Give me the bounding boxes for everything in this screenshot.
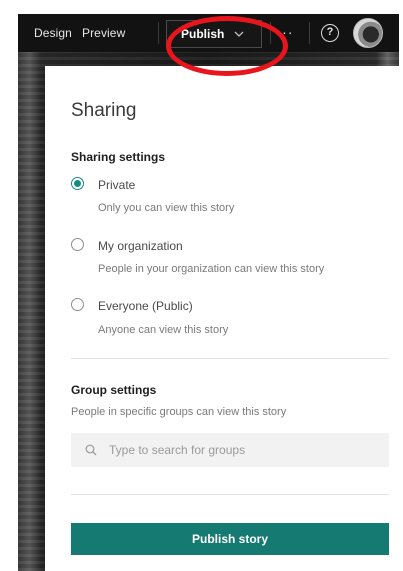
radio-everyone-public[interactable] <box>71 298 84 311</box>
option-label-private[interactable]: Private <box>98 178 135 192</box>
help-icon[interactable]: ? <box>321 24 339 42</box>
option-description-everyone-public: Anyone can view this story <box>98 324 229 336</box>
sharing-panel: Sharing Sharing settings Private Only yo… <box>45 66 399 571</box>
option-description-private: Only you can view this story <box>98 202 235 214</box>
group-search-input[interactable] <box>109 443 369 457</box>
panel-title: Sharing <box>71 100 137 121</box>
app-frame: Design Preview Publish ··· ? Sharing Sha… <box>18 14 399 571</box>
tab-design[interactable]: Design <box>34 26 72 40</box>
group-settings-heading: Group settings <box>71 383 157 397</box>
publish-story-button[interactable]: Publish story <box>71 523 389 555</box>
group-settings-description: People in specific groups can view this … <box>71 406 287 418</box>
radio-private[interactable] <box>71 177 84 190</box>
divider <box>309 22 310 44</box>
annotation-highlight-ellipse <box>166 16 288 76</box>
tab-preview[interactable]: Preview <box>82 26 125 40</box>
radio-my-organization[interactable] <box>71 238 84 251</box>
search-icon <box>85 444 97 456</box>
divider <box>158 22 159 44</box>
section-divider <box>71 358 389 359</box>
option-description-my-organization: People in your organization can view thi… <box>98 263 325 275</box>
option-label-everyone-public[interactable]: Everyone (Public) <box>98 299 193 313</box>
sharing-settings-heading: Sharing settings <box>71 150 166 164</box>
section-divider <box>71 494 389 495</box>
option-label-my-organization[interactable]: My organization <box>98 239 183 253</box>
avatar[interactable] <box>353 18 383 48</box>
group-search-field[interactable] <box>71 433 389 467</box>
